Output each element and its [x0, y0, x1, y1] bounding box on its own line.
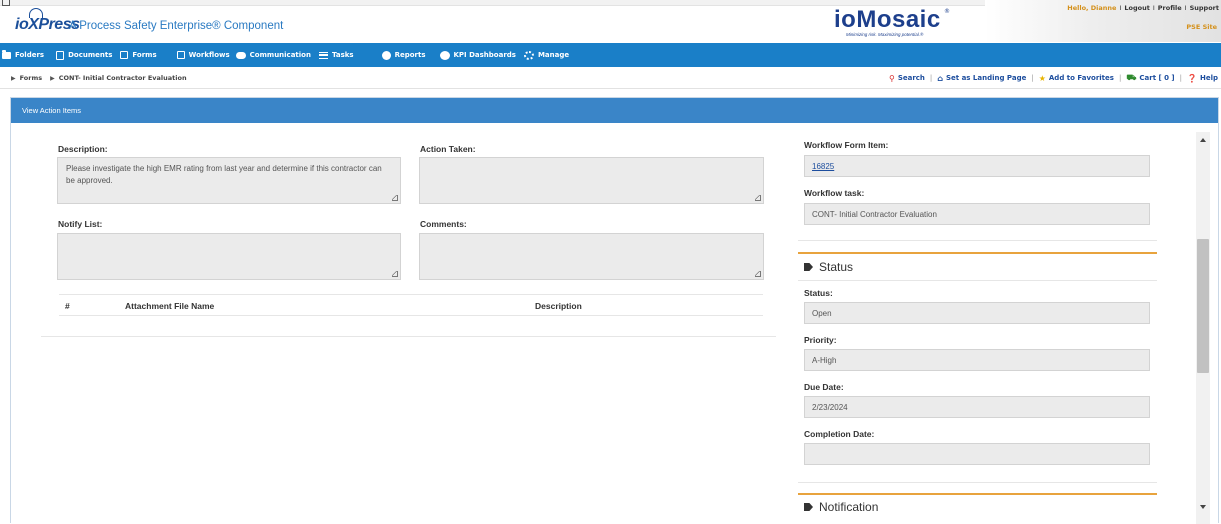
divider: [798, 240, 1157, 241]
page-toolbar: ⚲ Search | ⌂ Set as Landing Page | ★ Add to…: [888, 73, 1218, 83]
completion-date-field: [804, 443, 1150, 465]
tag-icon: [804, 263, 813, 271]
panel-title: View Action Items: [22, 106, 82, 115]
description-label: Description:: [58, 144, 108, 154]
status-section-title: Status: [804, 260, 853, 274]
scrollbar-thumb[interactable]: [1197, 239, 1209, 373]
breadcrumb-current: CONT- Initial Contractor Evaluation: [58, 74, 187, 82]
notify-list-label: Notify List:: [58, 219, 103, 229]
breadcrumb-forms[interactable]: Forms: [20, 74, 43, 82]
cart-link[interactable]: Cart [ 0 ]: [1139, 74, 1174, 82]
cart-icon: ⛟: [1126, 73, 1137, 82]
col-number: #: [65, 301, 70, 311]
comments-textarea[interactable]: [419, 233, 764, 280]
resize-grip-icon[interactable]: [392, 271, 398, 277]
workflow-form-item-link[interactable]: 16825: [812, 162, 834, 171]
nav-folders[interactable]: Folders: [2, 49, 44, 59]
vertical-scrollbar[interactable]: [1196, 132, 1210, 524]
user-links: Hello, Dianne I Logout I Profile I Support: [1067, 4, 1219, 12]
nav-tasks[interactable]: Tasks: [318, 51, 354, 59]
comments-label: Comments:: [420, 219, 467, 229]
status-accent-line: [798, 252, 1157, 254]
documents-icon: [56, 50, 65, 60]
nav-kpi-dashboards[interactable]: KPI Dashboards: [439, 50, 516, 60]
due-date-label: Due Date:: [804, 382, 844, 392]
divider: [798, 482, 1157, 483]
section-divider: [41, 336, 776, 337]
workflow-form-item-label: Workflow Form Item:: [804, 140, 889, 150]
greeting: Hello, Dianne: [1067, 4, 1117, 12]
support-link[interactable]: Support: [1190, 4, 1219, 12]
notification-accent-line: [798, 493, 1157, 495]
app-header: ioXPress A Process Safety Enterprise® Co…: [0, 0, 1221, 42]
action-taken-textarea[interactable]: [419, 157, 764, 204]
resize-grip-icon[interactable]: [755, 195, 761, 201]
workflow-task-label: Workflow task:: [804, 188, 865, 198]
resize-grip-icon[interactable]: [392, 195, 398, 201]
col-description[interactable]: Description: [535, 301, 582, 311]
edit-icon: [120, 51, 129, 59]
col-attachment-file-name[interactable]: Attachment File Name: [125, 301, 214, 311]
nav-workflows[interactable]: Workflows: [176, 51, 230, 59]
help-icon: ❓: [1187, 73, 1197, 83]
logo-tagline: A Process Safety Enterprise® Component: [69, 20, 284, 32]
site-label[interactable]: PSE Site: [1186, 23, 1217, 31]
help-link[interactable]: Help: [1200, 74, 1218, 82]
workflow-form-item-field: 16825: [804, 155, 1150, 177]
set-landing-link[interactable]: Set as Landing Page: [946, 74, 1026, 82]
completion-date-label: Completion Date:: [804, 429, 875, 439]
folder-icon: [2, 49, 11, 59]
panel-header: View Action Items: [11, 98, 1218, 123]
action-items-panel: View Action Items Description: Please in…: [10, 97, 1219, 524]
scroll-up-arrow-icon[interactable]: [1200, 138, 1206, 142]
nav-forms[interactable]: Forms: [120, 51, 157, 59]
caret-right-icon: ▶: [50, 75, 55, 82]
due-date-field: 2/23/2024: [804, 396, 1150, 418]
chat-icon: [235, 51, 246, 59]
profile-link[interactable]: Profile: [1158, 4, 1182, 12]
pie-chart-icon: [381, 50, 391, 60]
favorites-link[interactable]: Add to Favorites: [1049, 74, 1114, 82]
search-icon: ⚲: [888, 73, 895, 83]
action-taken-label: Action Taken:: [420, 144, 476, 154]
notification-section-title: Notification: [804, 500, 878, 514]
divider: [798, 280, 1157, 281]
resize-grip-icon[interactable]: [755, 271, 761, 277]
home-icon: ⌂: [937, 73, 944, 83]
iomosaic-logo: ioMosaic ® Minimizing risk. Maximizing p…: [834, 6, 950, 37]
gears-icon: [523, 50, 534, 60]
nav-manage[interactable]: Manage: [523, 50, 569, 60]
dashboard-icon: [439, 50, 450, 60]
status-field: Open: [804, 302, 1150, 324]
user-area: Hello, Dianne I Logout I Profile I Support PSE…: [985, 0, 1221, 42]
notify-list-textarea[interactable]: [57, 233, 401, 280]
main-navbar: Folders Documents Forms Workflows Commun…: [0, 43, 1221, 67]
search-link[interactable]: Search: [898, 74, 925, 82]
priority-label: Priority:: [804, 335, 837, 345]
status-label: Status:: [804, 288, 833, 298]
attachments-table-header: # Attachment File Name Description: [59, 294, 763, 316]
breadcrumb-bar: ▶ Forms ▶ CONT- Initial Contractor Evaluati…: [0, 67, 1221, 89]
nav-communication[interactable]: Communication: [235, 51, 311, 59]
logout-link[interactable]: Logout: [1124, 4, 1149, 12]
priority-field: A-High: [804, 349, 1150, 371]
page-icon: [2, 0, 10, 6]
nav-documents[interactable]: Documents: [56, 50, 112, 60]
star-icon: ★: [1038, 73, 1046, 83]
tag-icon: [804, 503, 813, 511]
description-textarea[interactable]: Please investigate the high EMR rating f…: [57, 157, 401, 204]
logo-arc-icon: [29, 8, 43, 18]
nav-reports[interactable]: Reports: [381, 50, 426, 60]
caret-right-icon: ▶: [11, 75, 16, 82]
list-icon: [318, 51, 328, 59]
scroll-down-arrow-icon[interactable]: [1200, 505, 1206, 509]
check-square-icon: [176, 51, 185, 59]
breadcrumb: ▶ Forms ▶ CONT- Initial Contractor Evaluati…: [11, 74, 187, 82]
workflow-task-field: CONT- Initial Contractor Evaluation: [804, 203, 1150, 225]
